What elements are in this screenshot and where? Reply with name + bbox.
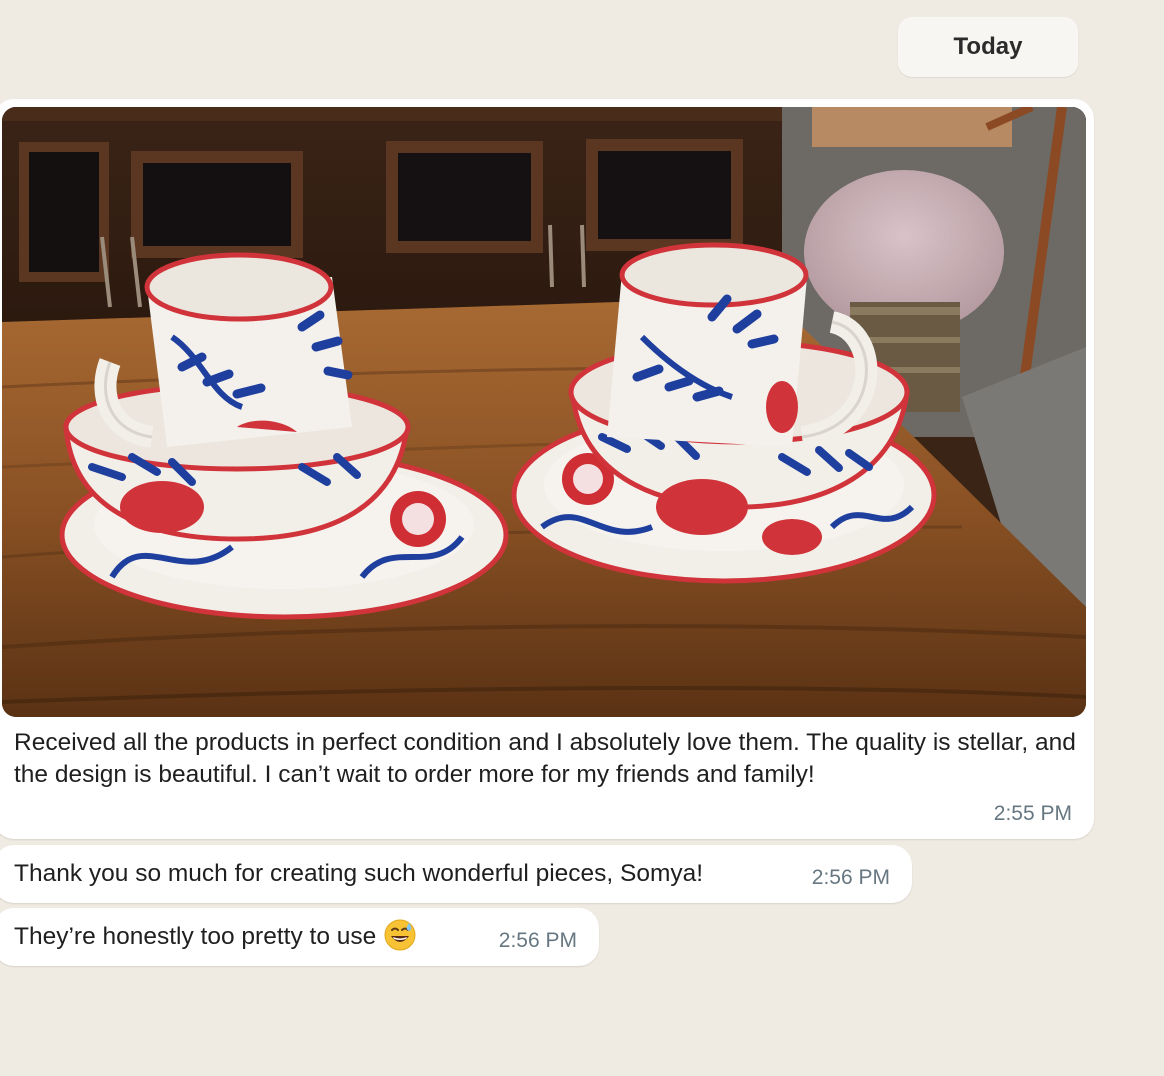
text-message-bubble[interactable]: Thank you so much for creating such wond… xyxy=(0,845,912,903)
message-text: They’re honestly too pretty to use xyxy=(14,923,377,950)
message-caption: Received all the products in perfect con… xyxy=(14,729,1076,788)
date-separator-label: Today xyxy=(953,33,1023,60)
message-text-wrapper: They’re honestly too pretty to use xyxy=(14,919,416,951)
image-message-bubble[interactable]: Received all the products in perfect con… xyxy=(0,99,1094,839)
date-separator: Today xyxy=(898,17,1078,77)
text-message-bubble[interactable]: They’re honestly too pretty to use 2:56 … xyxy=(0,908,599,966)
message-timestamp: 2:56 PM xyxy=(811,866,890,889)
message-text: Thank you so much for creating such wond… xyxy=(14,860,704,887)
message-photo[interactable] xyxy=(2,107,1086,717)
message-timestamp: 2:55 PM xyxy=(993,802,1072,825)
message-timestamp: 2:56 PM xyxy=(498,929,577,952)
grinning-face-with-sweat-icon xyxy=(384,919,416,951)
